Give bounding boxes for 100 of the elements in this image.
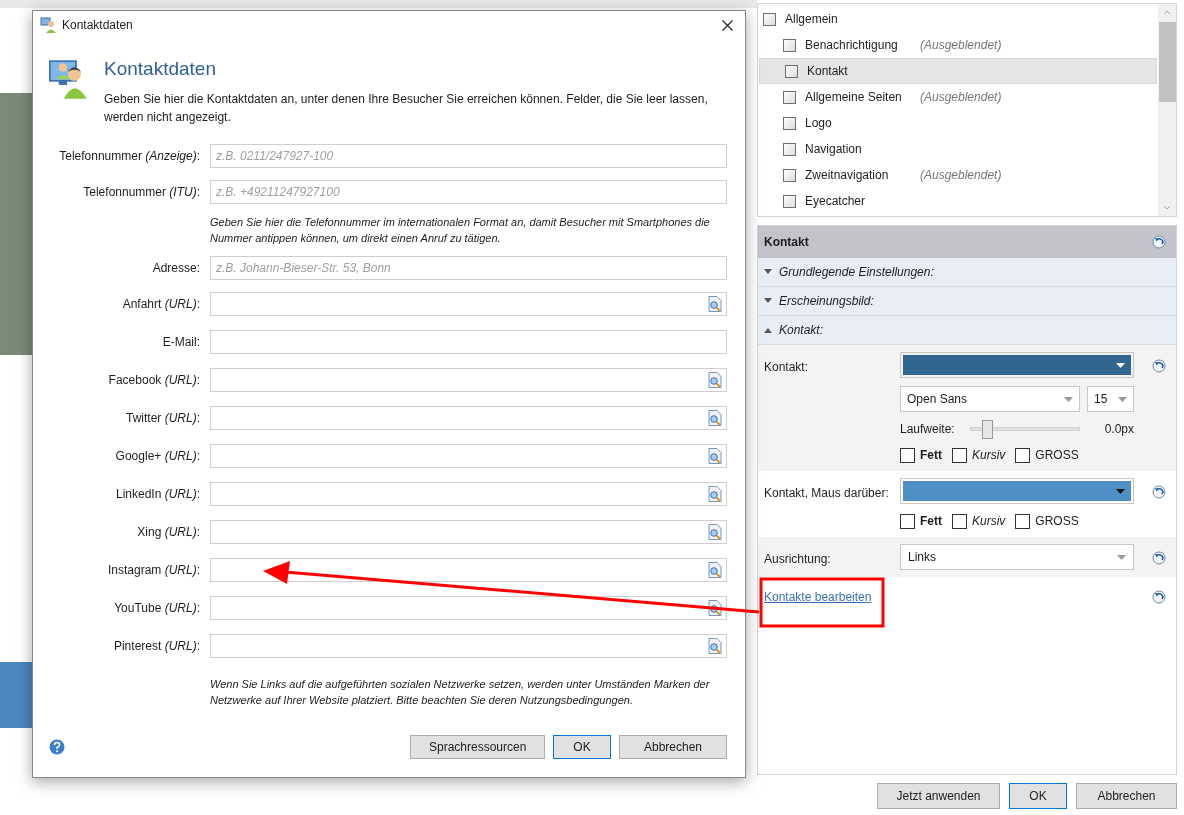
url-field[interactable]: [210, 519, 727, 544]
caret-icon: [1116, 488, 1125, 494]
tree-item-label: Eyecatcher: [805, 193, 867, 210]
input-field[interactable]: z.B. 0211/247927-100: [210, 143, 727, 168]
section-label: Erscheinungsbild:: [779, 293, 874, 310]
url-field[interactable]: [210, 557, 727, 582]
lookup-icon[interactable]: [708, 637, 722, 654]
lookup-icon[interactable]: [708, 409, 722, 426]
reset-icon[interactable]: [1152, 551, 1166, 565]
slider-reading: 0.0px: [1104, 421, 1134, 438]
lookup-icon[interactable]: [708, 371, 722, 388]
hidden-note: (Ausgeblendet): [920, 167, 1002, 184]
field-label: E-Mail:: [161, 333, 200, 351]
checkbox[interactable]: [783, 38, 796, 52]
size-select[interactable]: 15: [1087, 386, 1134, 412]
help-icon[interactable]: [49, 739, 65, 755]
close-icon[interactable]: [721, 19, 733, 31]
section-header[interactable]: Erscheinungsbild:: [758, 287, 1176, 316]
action-button[interactable]: OK: [553, 735, 611, 759]
property-label: Kontakt:: [764, 360, 809, 374]
field-label: Facebook (URL):: [107, 371, 200, 389]
tree-item-label: Kontakt: [807, 63, 849, 80]
lookup-icon[interactable]: [708, 561, 722, 578]
lookup-icon[interactable]: [708, 523, 722, 540]
section-label: Kontakt:: [779, 322, 824, 339]
dialog-heading: Kontaktdaten: [104, 57, 217, 81]
tree-item[interactable]: Zweitnavigation (Ausgeblendet): [758, 162, 1158, 188]
input-field[interactable]: [210, 329, 727, 354]
action-button[interactable]: Abbrechen: [619, 735, 727, 759]
field-label: Instagram (URL):: [106, 561, 200, 579]
tree-item[interactable]: Navigation: [758, 136, 1158, 162]
caret-icon: [1118, 396, 1127, 402]
field-label: Twitter (URL):: [125, 409, 200, 427]
lookup-icon[interactable]: [708, 295, 722, 312]
contacts-icon: [40, 17, 56, 33]
checkbox[interactable]: [783, 90, 796, 104]
checkbox[interactable]: [952, 513, 967, 529]
url-field[interactable]: [210, 443, 727, 468]
tree-item[interactable]: Benachrichtigung (Ausgeblendet): [758, 32, 1158, 58]
url-field[interactable]: [210, 595, 727, 620]
expand-icon: [764, 298, 772, 304]
action-button[interactable]: Jetzt anwenden: [877, 783, 1000, 809]
tree-item-label: Zweitnavigation: [805, 167, 890, 184]
select-value: Links: [908, 549, 936, 566]
tree-item[interactable]: Logo: [758, 110, 1158, 136]
url-field[interactable]: [210, 405, 727, 430]
reset-icon[interactable]: [1152, 485, 1166, 499]
checkbox[interactable]: [1015, 447, 1031, 463]
lookup-icon[interactable]: [708, 447, 722, 464]
checkbox[interactable]: [900, 513, 915, 529]
url-field[interactable]: [210, 367, 727, 392]
scrollbar[interactable]: [1158, 4, 1176, 216]
caret-icon: [1116, 362, 1125, 368]
action-button[interactable]: Abbrechen: [1076, 783, 1177, 809]
checkbox[interactable]: [783, 116, 796, 130]
url-field[interactable]: [210, 291, 727, 316]
tree-item[interactable]: Kontakt: [759, 58, 1157, 84]
checkbox-label: GROSS: [1035, 447, 1079, 464]
field-label: Telefonnummer (ITU):: [82, 183, 200, 201]
checkbox[interactable]: [1015, 513, 1031, 529]
section-header[interactable]: Grundlegende Einstellungen:: [758, 258, 1176, 287]
action-button[interactable]: OK: [1009, 783, 1067, 809]
checkbox-label: GROSS: [1035, 513, 1079, 530]
caret-icon: [1064, 396, 1073, 402]
section-label: Grundlegende Einstellungen:: [779, 264, 934, 281]
alignment-select[interactable]: Links: [900, 544, 1134, 570]
font-value: Open Sans: [907, 391, 968, 408]
slider-thumb[interactable]: [982, 420, 994, 439]
checkbox[interactable]: [783, 142, 796, 156]
field-label: Telefonnummer (Anzeige):: [58, 147, 200, 165]
slider-label: Laufweite:: [900, 421, 956, 438]
tree-item-label: Logo: [805, 115, 833, 132]
action-button[interactable]: Sprachressourcen: [410, 735, 545, 759]
checkbox[interactable]: [763, 12, 776, 26]
field-label: LinkedIn (URL):: [114, 485, 200, 503]
reset-icon[interactable]: [1152, 359, 1166, 373]
checkbox[interactable]: [900, 447, 915, 463]
checkbox[interactable]: [952, 447, 967, 463]
input-field[interactable]: z.B. +49211247927100: [210, 179, 727, 204]
lookup-icon[interactable]: [708, 485, 722, 502]
field-label: Pinterest (URL):: [112, 637, 200, 655]
input-field[interactable]: z.B. Johann-Bieser-Str. 53, Bonn: [210, 255, 727, 280]
tree-item[interactable]: Eyecatcher: [758, 188, 1158, 214]
tree-item[interactable]: Allgemein: [758, 6, 1158, 32]
section-header[interactable]: Kontakt:: [758, 316, 1176, 345]
caret-icon: [1117, 554, 1126, 560]
hidden-note: (Ausgeblendet): [920, 37, 1002, 54]
checkbox[interactable]: [783, 168, 796, 182]
hidden-note: (Ausgeblendet): [920, 89, 1002, 106]
scrollbar-thumb[interactable]: [1158, 22, 1176, 102]
checkbox[interactable]: [785, 64, 798, 78]
reset-icon[interactable]: [1152, 590, 1166, 604]
url-field[interactable]: [210, 633, 727, 658]
font-select[interactable]: Open Sans: [900, 386, 1080, 412]
checkbox-label: Kursiv: [972, 447, 1006, 464]
checkbox[interactable]: [783, 194, 796, 208]
tree-item-label: Navigation: [805, 141, 863, 158]
url-field[interactable]: [210, 481, 727, 506]
tree-item[interactable]: Allgemeine Seiten (Ausgeblendet): [758, 84, 1158, 110]
reset-icon[interactable]: [1152, 235, 1166, 249]
